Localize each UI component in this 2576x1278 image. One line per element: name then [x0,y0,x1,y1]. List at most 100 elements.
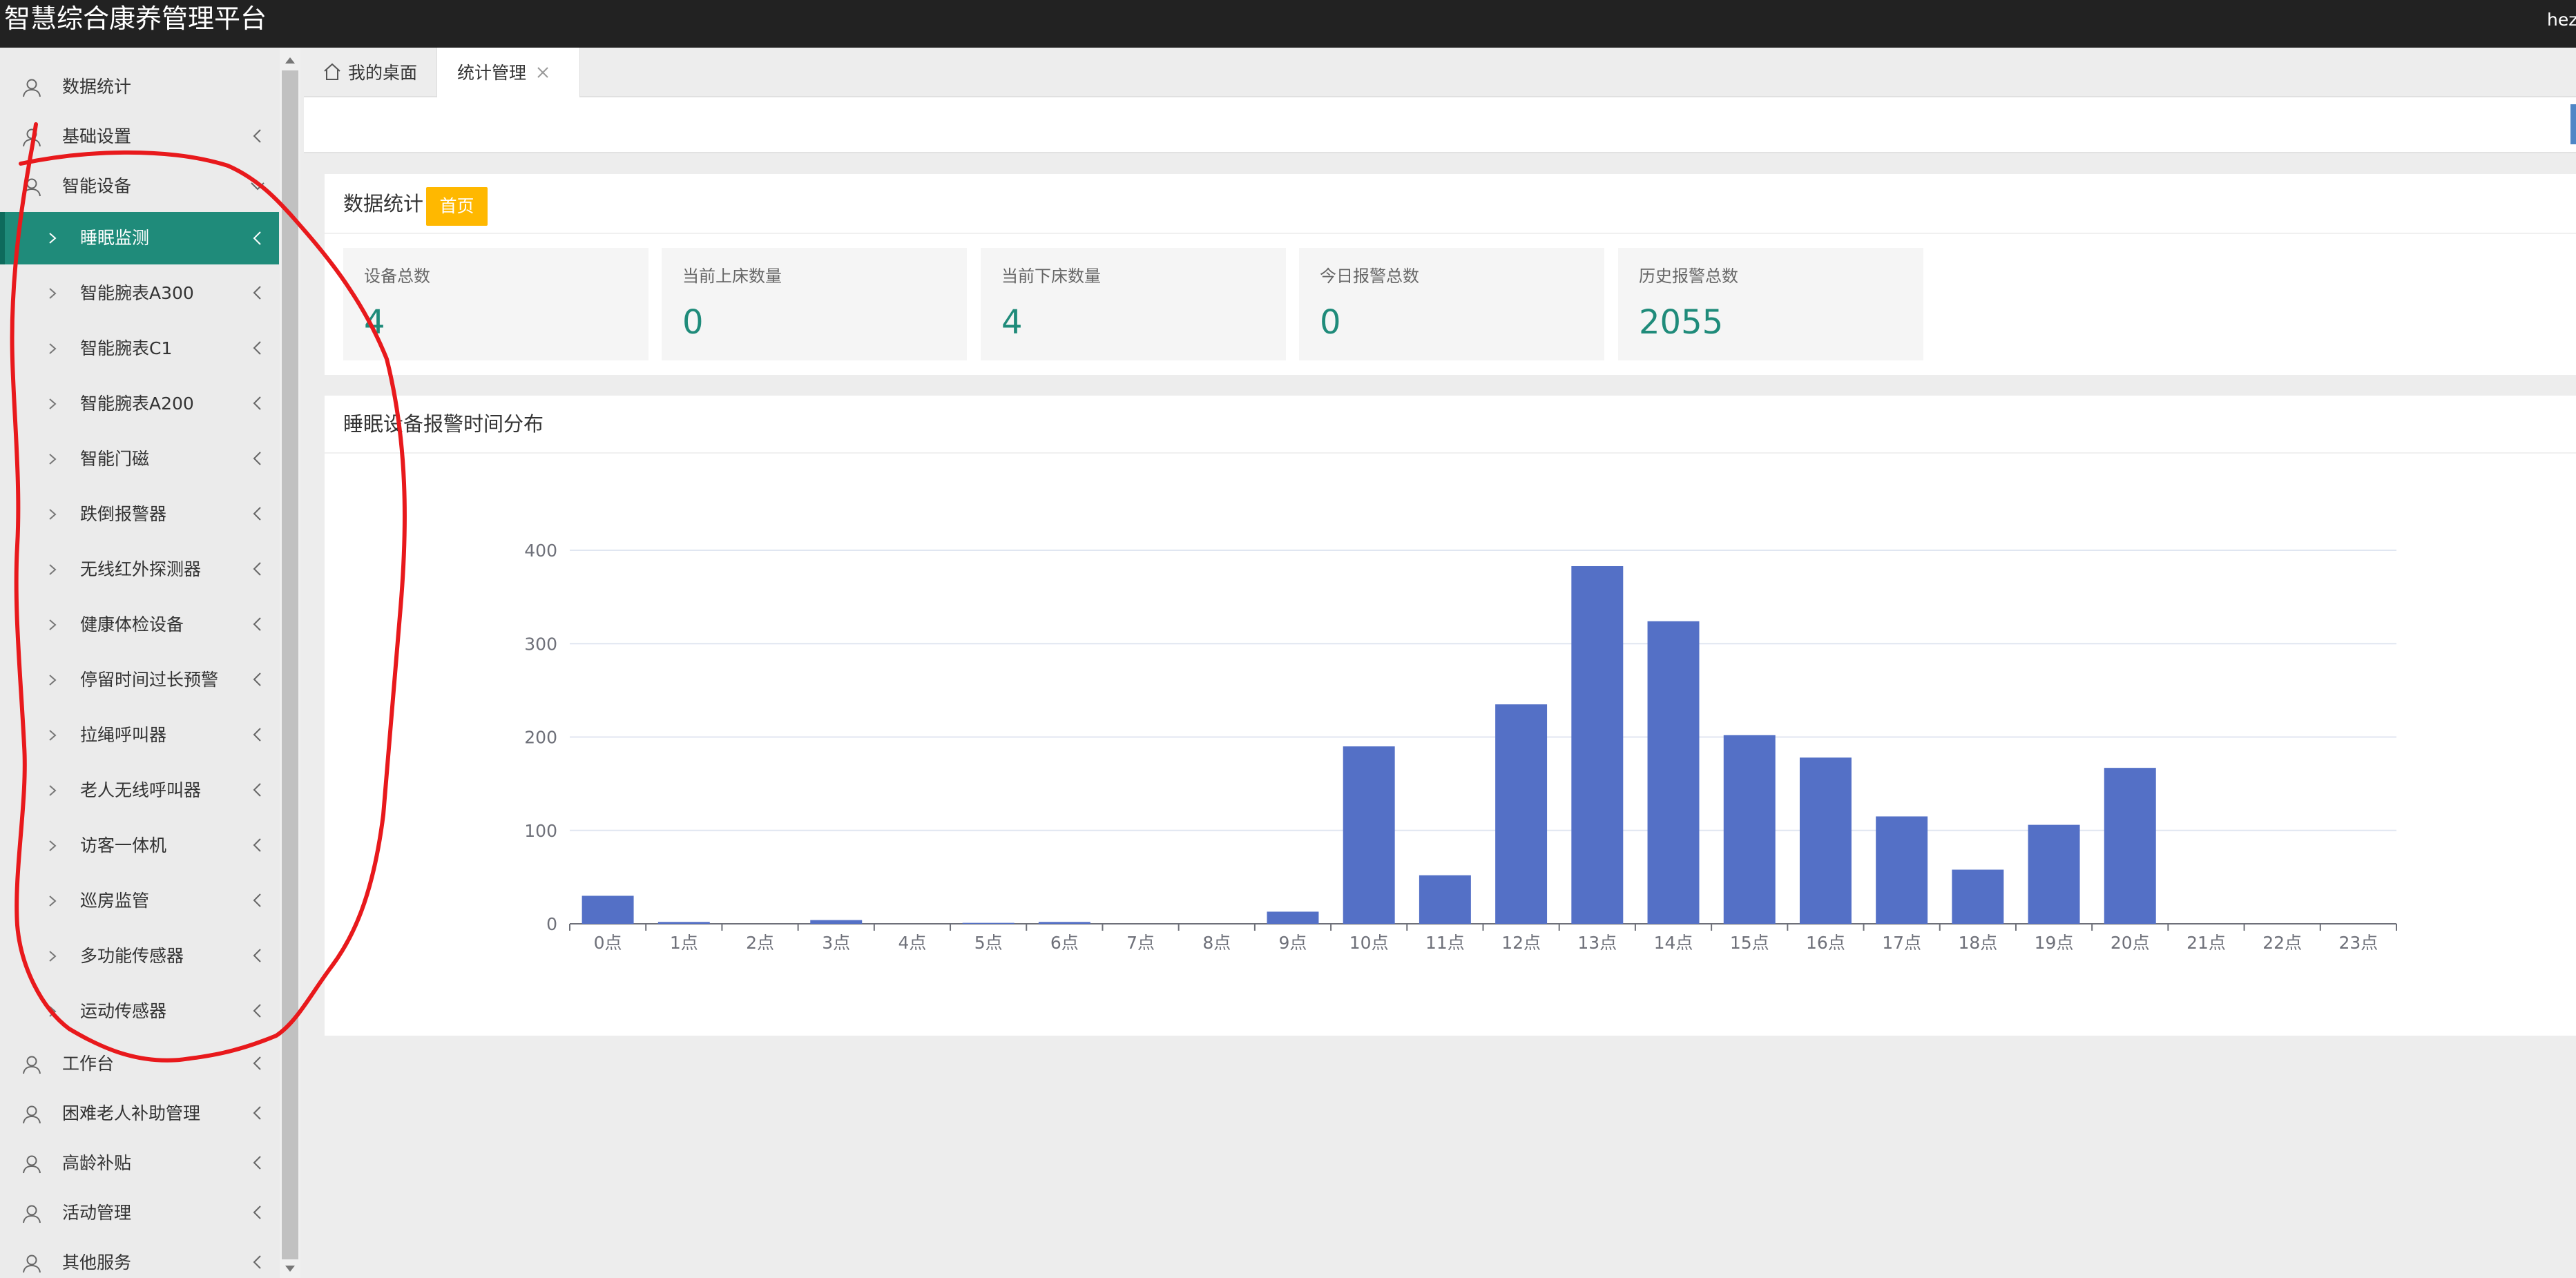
chart-card-title: 睡眠设备报警时间分布 [343,412,544,436]
sidebar-item-label: 运动传感器 [80,1001,167,1021]
sidebar-item-label: 智能腕表C1 [80,338,173,358]
sidebar-item-label: 停留时间过长预警 [80,670,219,690]
chevron-left-icon [253,838,261,852]
x-tick-label: 17点 [1882,933,1921,953]
stat-device-total: 设备总数 4 [343,248,648,360]
stat-label: 今日报警总数 [1320,267,1419,286]
chevron-left-icon [253,1056,261,1070]
stat-label: 历史报警总数 [1639,267,1738,286]
chevron-right-icon [49,454,57,465]
user-name[interactable]: hez [2547,10,2576,30]
chevron-left-icon [253,893,261,907]
bar [2104,768,2156,924]
x-tick-label: 1点 [670,933,698,953]
chevron-left-icon [253,452,261,465]
x-tick-label: 10点 [1349,933,1389,953]
x-tick-label: 23点 [2338,933,2378,953]
bar [1571,565,1624,924]
stat-value: 2055 [1639,303,1724,342]
alarm-time-bar-chart: 0 100 200 300 400 0点 1点 2点 3点 4点 5点 6点 7点 8点 9点 10点 11点 1… [524,541,2397,953]
sidebar-item-senior-allowance[interactable]: 高龄补贴 [0,1143,279,1184]
x-tick-label: 8点 [1202,933,1231,953]
x-tick-label: 22点 [2262,933,2302,953]
sidebar-subitem[interactable]: 无线红外探测器 [0,549,279,590]
sidebar-subitem[interactable]: 运动传感器 [0,991,279,1032]
chart-card-header: 睡眠设备报警时间分布 [325,396,2576,454]
chevron-left-icon [253,672,261,686]
chevron-right-icon [49,288,57,299]
sidebar-subitem[interactable]: 拉绳呼叫器 [0,715,279,756]
x-tick-label: 6点 [1050,933,1079,953]
bar [1495,704,1548,924]
sidebar-subitem[interactable]: 老人无线呼叫器 [0,770,279,811]
sidebar-subitem[interactable]: 跌倒报警器 [0,494,279,535]
sidebar-item-label: 无线红外探测器 [80,559,202,579]
sidebar-item-label: 健康体检设备 [80,614,184,635]
sidebar-item-other-services[interactable]: 其他服务 [0,1242,279,1278]
sidebar-subitem[interactable]: 多功能传感器 [0,936,279,977]
user-icon [23,128,41,147]
sidebar-subitem-sleep-monitoring[interactable]: 睡眠监测 [0,212,279,264]
chevron-right-icon [49,619,57,630]
bar [1038,922,1090,924]
sidebar-item-data-statistics[interactable]: 数据统计 [0,66,279,108]
sidebar-subitem[interactable]: 智能门磁 [0,438,279,480]
x-tick-label: 9点 [1279,933,1307,953]
stat-value: 4 [1001,303,1023,342]
close-icon[interactable] [535,65,550,80]
sidebar-item-label: 智能门磁 [80,449,150,469]
top-bar: 智慧综合康养管理平台 hez [0,0,2576,48]
scroll-down-arrow-icon[interactable] [285,1266,295,1272]
sidebar-item-activity-management[interactable]: 活动管理 [0,1192,279,1234]
x-tick-label: 13点 [1577,933,1617,953]
sidebar-item-label: 其他服务 [62,1252,132,1272]
scroll-up-arrow-icon[interactable] [285,57,295,64]
sidebar-subitem[interactable]: 智能腕表A200 [0,383,279,425]
app-title: 智慧综合康养管理平台 [4,3,267,34]
sidebar-subitem[interactable]: 智能腕表A300 [0,273,279,314]
sidebar-subitem[interactable]: 健康体检设备 [0,604,279,646]
chevron-right-icon [49,675,57,686]
chevron-left-icon [253,949,261,962]
sidebar-item-label: 智能腕表A200 [80,394,194,414]
chevron-right-icon [49,398,57,409]
x-tick-label: 2点 [746,933,774,953]
toolbar-edge-button[interactable] [2570,104,2576,144]
chevron-right-icon [49,343,57,354]
chevron-left-icon [253,617,261,631]
scrollbar-thumb[interactable] [282,70,298,1259]
stats-card: 数据统计 首页 设备总数 4 当前上床数量 0 当前下床数量 4 今日报警总数 … [325,174,2576,375]
stat-value: 0 [682,303,704,342]
tab-my-desktop[interactable]: 我的桌面 [304,48,437,97]
sidebar-scrollbar[interactable] [280,48,300,1278]
chevron-left-icon [253,286,261,300]
y-tick-label: 400 [524,541,557,561]
bar [657,922,710,924]
bar [1267,911,1319,924]
stat-label: 当前上床数量 [682,267,782,286]
user-icon [23,1255,41,1273]
sidebar-item-label: 跌倒报警器 [80,504,167,524]
sidebar-item-subsidy-management[interactable]: 困难老人补助管理 [0,1093,279,1134]
sidebar-subitem[interactable]: 访客一体机 [0,825,279,866]
sidebar-item-smart-devices[interactable]: 智能设备 [0,166,279,207]
chevron-left-icon [253,728,261,742]
bar [1952,869,2004,924]
home-badge[interactable]: 首页 [426,187,488,226]
sidebar-subitem[interactable]: 停留时间过长预警 [0,659,279,701]
stat-out-of-bed: 当前下床数量 4 [981,248,1286,360]
bar [2028,824,2080,924]
stat-in-bed: 当前上床数量 0 [662,248,967,360]
stat-today-alarms: 今日报警总数 0 [1299,248,1604,360]
x-tick-label: 20点 [2111,933,2150,953]
chevron-right-icon [49,564,57,575]
tab-statistics-management[interactable]: 统计管理 [437,48,580,98]
bar [1799,757,1852,924]
sidebar-subitem[interactable]: 巡房监管 [0,880,279,922]
sidebar-item-basic-settings[interactable]: 基础设置 [0,116,279,157]
sidebar-item-workbench[interactable]: 工作台 [0,1043,279,1085]
chevron-right-icon [49,730,57,741]
stat-label: 当前下床数量 [1001,267,1101,286]
sidebar: 数据统计 基础设置 智能设备 睡眠监测 智能腕表A300 智能腕表C1 智能腕表… [0,48,280,1278]
sidebar-subitem[interactable]: 智能腕表C1 [0,328,279,369]
